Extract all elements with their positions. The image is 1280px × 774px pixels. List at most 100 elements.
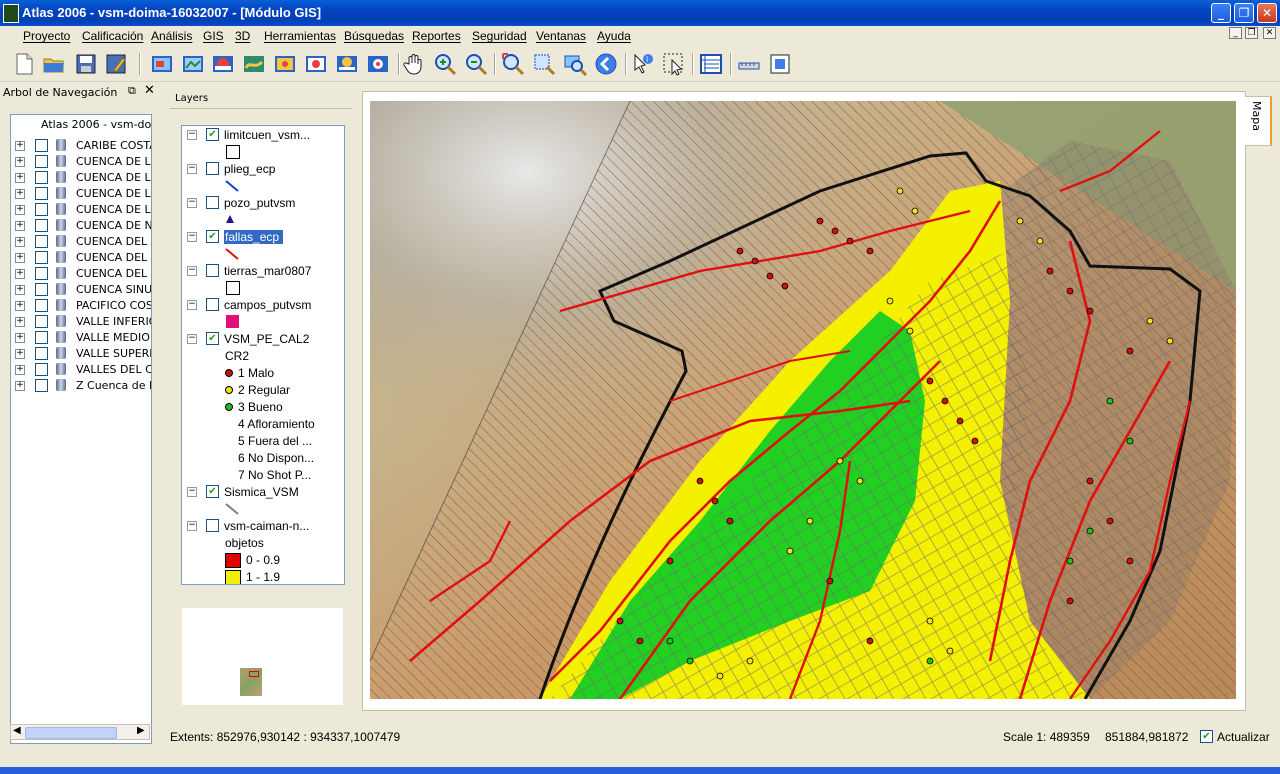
layer-checkbox[interactable]: ✔	[206, 332, 219, 345]
identify-icon[interactable]: i	[631, 52, 655, 76]
tree-checkbox[interactable]	[35, 379, 48, 392]
menu-busquedas[interactable]: Búsquedas	[344, 29, 404, 43]
menu-herramientas[interactable]: Herramientas	[264, 29, 336, 43]
tree-checkbox[interactable]	[35, 139, 48, 152]
tree-checkbox[interactable]	[35, 347, 48, 360]
layer-checkbox[interactable]: ✔	[206, 230, 219, 243]
layer-tool-2-icon[interactable]	[181, 52, 205, 76]
layer-tool-6-icon[interactable]	[304, 52, 328, 76]
layer-row[interactable]: − ✔ VSM_PE_CAL2	[182, 330, 327, 347]
tree-item[interactable]: + VALLE INFERIO	[11, 314, 151, 330]
overview-map[interactable]	[182, 608, 343, 705]
layer-row[interactable]: − vsm-caiman-n...	[182, 517, 327, 534]
layer-row[interactable]: − ✔ limitcuen_vsm...	[182, 126, 327, 143]
back-arrow-icon[interactable]	[594, 52, 618, 76]
undock-icon[interactable]: ⧉	[128, 84, 136, 98]
layer-tool-7-icon[interactable]	[335, 52, 359, 76]
actualizar-checkbox[interactable]: ✔	[1200, 730, 1213, 743]
save-icon[interactable]	[74, 52, 98, 76]
tree-item[interactable]: +CUENCA DEL CA	[11, 250, 151, 266]
menu-seguridad[interactable]: Seguridad	[472, 29, 527, 43]
tree-checkbox[interactable]	[35, 155, 48, 168]
layer-checkbox[interactable]	[206, 519, 219, 532]
menu-calificacion[interactable]: Calificación	[82, 29, 143, 43]
layer-checkbox[interactable]: ✔	[206, 128, 219, 141]
tree-item[interactable]: + CUENCA DE LA	[11, 170, 151, 186]
mdi-close-button[interactable]: ✕	[1263, 27, 1276, 39]
tree-checkbox[interactable]	[35, 251, 48, 264]
menu-reportes[interactable]: Reportes	[412, 29, 461, 43]
tree-item[interactable]: +CUENCA DE LOS	[11, 202, 151, 218]
layer-checkbox[interactable]	[206, 196, 219, 209]
layer-row[interactable]: − campos_putvsm	[182, 296, 327, 313]
layer-tool-4-icon[interactable]	[242, 52, 266, 76]
tree-item[interactable]: +VALLE SUPERIO	[11, 346, 151, 362]
edit-project-icon[interactable]	[104, 52, 128, 76]
menu-proyecto[interactable]: Proyecto	[23, 29, 70, 43]
tree-checkbox[interactable]	[35, 187, 48, 200]
tree-checkbox[interactable]	[35, 235, 48, 248]
maximize-button[interactable]: ❐	[1234, 3, 1254, 23]
tree-checkbox[interactable]	[35, 331, 48, 344]
layer-row[interactable]: − ✔ Sismica_VSM	[182, 483, 327, 500]
select-icon[interactable]	[662, 52, 686, 76]
tree-item[interactable]: +CUENCA DE LOS	[11, 186, 151, 202]
new-file-icon[interactable]	[12, 52, 36, 76]
overview-extent-box[interactable]	[249, 671, 259, 677]
layer-checkbox[interactable]	[206, 264, 219, 277]
zoom-layer-icon[interactable]	[563, 52, 587, 76]
tree-item[interactable]: +Z Cuenca de Pro	[11, 378, 151, 394]
measure-icon[interactable]	[737, 52, 761, 76]
layer-checkbox[interactable]	[206, 298, 219, 311]
menu-analisis[interactable]: Análisis	[151, 29, 192, 43]
layer-checkbox[interactable]	[206, 162, 219, 175]
zoom-in-icon[interactable]	[433, 52, 457, 76]
tree-item[interactable]: + CUENCA DE LA	[11, 154, 151, 170]
tree-item[interactable]: +CUENCA DEL AM	[11, 234, 151, 250]
zoom-extent-icon[interactable]	[501, 52, 525, 76]
tree-checkbox[interactable]	[35, 283, 48, 296]
close-panel-icon[interactable]: ✕	[144, 83, 155, 98]
layer-row[interactable]: − ✔ fallas_ecp	[182, 228, 327, 245]
layer-tool-5-icon[interactable]	[273, 52, 297, 76]
map-tab[interactable]: Mapa	[1245, 96, 1272, 146]
layer-row[interactable]: − tierras_mar0807	[182, 262, 327, 279]
menu-3d[interactable]: 3D	[235, 29, 250, 43]
tree-checkbox[interactable]	[35, 171, 48, 184]
zoom-out-icon[interactable]	[464, 52, 488, 76]
menu-gis[interactable]: GIS	[203, 29, 224, 43]
close-button[interactable]: ✕	[1257, 3, 1277, 23]
tree-root[interactable]: Atlas 2006 - vsm-doima	[41, 118, 151, 131]
mdi-restore-button[interactable]: ❐	[1245, 27, 1258, 39]
layer-tool-3-icon[interactable]	[211, 52, 235, 76]
layer-tool-1-icon[interactable]	[150, 52, 174, 76]
tree-item[interactable]: + CUENCA DE NA	[11, 218, 151, 234]
mdi-minimize-button[interactable]: _	[1229, 27, 1242, 39]
zoom-window-icon[interactable]	[532, 52, 556, 76]
tree-checkbox[interactable]	[35, 363, 48, 376]
tree-item[interactable]: + PACIFICO COST	[11, 298, 151, 314]
tree-checkbox[interactable]	[35, 299, 48, 312]
open-folder-icon[interactable]	[42, 52, 66, 76]
tree-item[interactable]: +VALLE MEDIO D	[11, 330, 151, 346]
minimize-button[interactable]: _	[1211, 3, 1231, 23]
menu-ventanas[interactable]: Ventanas	[536, 29, 586, 43]
layer-row[interactable]: − plieg_ecp	[182, 160, 327, 177]
layer-tool-8-icon[interactable]	[366, 52, 390, 76]
actualizar-label[interactable]: Actualizar	[1217, 730, 1270, 744]
tree-item[interactable]: +CUENCA DEL PU	[11, 266, 151, 282]
pan-hand-icon[interactable]	[402, 52, 426, 76]
tree-checkbox[interactable]	[35, 219, 48, 232]
tree-item[interactable]: + CARIBE COSTA	[11, 138, 151, 154]
tree-item[interactable]: +CUENCA SINU-S	[11, 282, 151, 298]
fullscreen-icon[interactable]	[768, 52, 792, 76]
attribute-table-icon[interactable]	[699, 52, 723, 76]
tree-checkbox[interactable]	[35, 267, 48, 280]
tree-checkbox[interactable]	[35, 203, 48, 216]
layer-row[interactable]: − pozo_putvsm	[182, 194, 327, 211]
map-canvas[interactable]	[370, 101, 1236, 699]
tree-item[interactable]: +VALLES DEL CES	[11, 362, 151, 378]
layer-checkbox[interactable]: ✔	[206, 485, 219, 498]
menu-ayuda[interactable]: Ayuda	[597, 29, 631, 43]
tree-checkbox[interactable]	[35, 315, 48, 328]
